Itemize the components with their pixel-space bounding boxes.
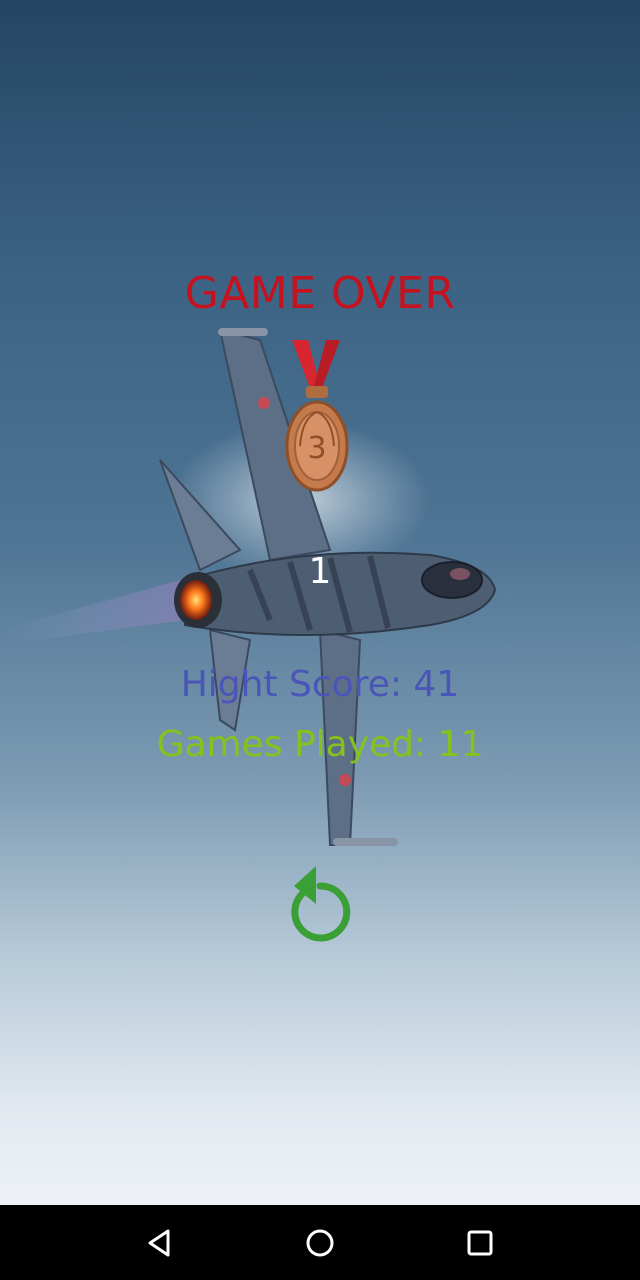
back-triangle-icon[interactable] — [142, 1225, 178, 1261]
recents-square-icon[interactable] — [462, 1225, 498, 1261]
replay-icon — [291, 866, 351, 942]
games-played-label: Games Played: 11 — [156, 724, 484, 765]
svg-text:3: 3 — [307, 431, 326, 466]
replay-button[interactable] — [286, 864, 354, 942]
game-over-title: GAME OVER — [184, 268, 456, 319]
current-score: 1 — [308, 551, 332, 592]
android-navigation-bar — [0, 1205, 640, 1280]
bronze-medal-icon: 3 — [285, 340, 349, 492]
high-score-label: Hight Score: 41 — [180, 664, 460, 705]
home-circle-icon[interactable] — [302, 1225, 338, 1261]
